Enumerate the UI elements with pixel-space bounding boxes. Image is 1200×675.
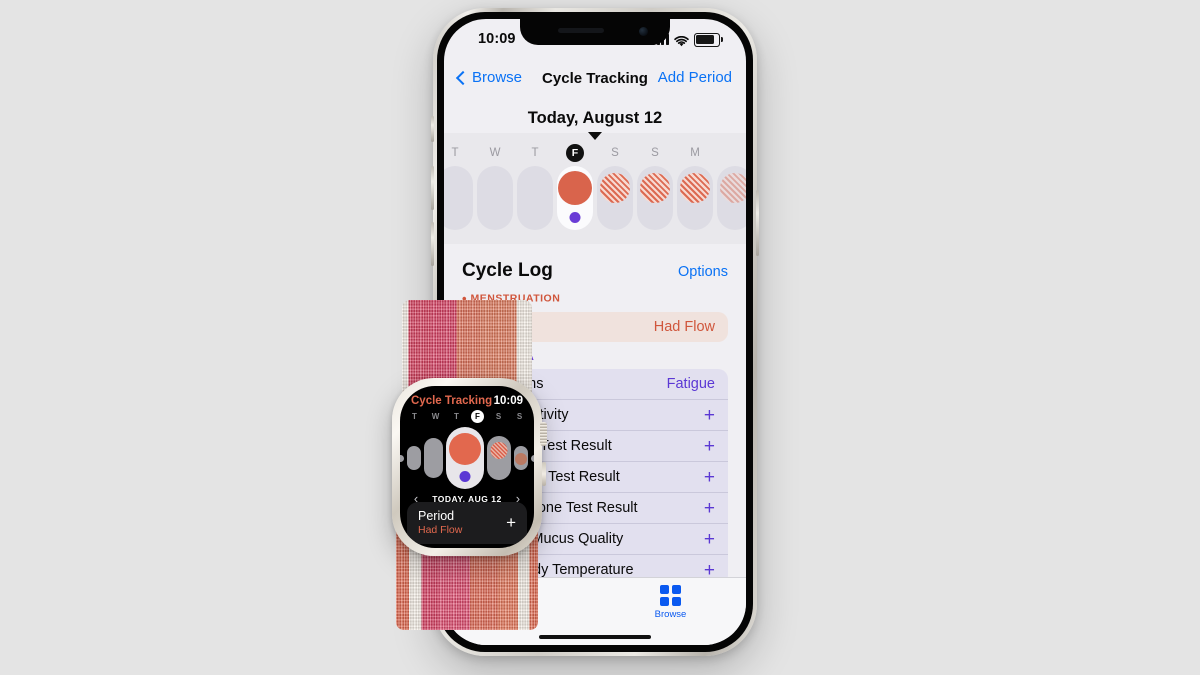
navigation-bar: Browse Cycle Tracking Add Period [444, 63, 746, 97]
flow-blob-icon [558, 171, 592, 205]
day-pill [444, 166, 473, 230]
volume-down-button[interactable] [431, 222, 434, 266]
calendar-day[interactable]: M [677, 144, 713, 230]
day-letter: T [531, 147, 539, 159]
watch-day-letter: T [412, 412, 417, 421]
day-pill [637, 166, 673, 230]
watch-day-letter: S [516, 412, 523, 421]
day-pill [477, 166, 513, 230]
watch-side-button[interactable] [541, 462, 546, 486]
front-camera [639, 27, 648, 36]
calendar-day[interactable] [717, 144, 746, 230]
plus-icon[interactable]: + [704, 437, 715, 456]
watch-day-pill [486, 436, 511, 480]
watch-day-letters: T W T F S S [400, 410, 534, 423]
digital-crown[interactable] [540, 422, 547, 446]
watch-time: 10:09 [493, 395, 523, 407]
predicted-flow-blob-icon [680, 173, 710, 203]
wifi-icon [674, 34, 689, 47]
plus-icon[interactable]: + [704, 406, 715, 425]
watch-day-letter: S [495, 412, 502, 421]
watch-header: Cycle Tracking 10:09 [400, 386, 534, 407]
today-marker-caret [588, 132, 602, 140]
day-letter-selected: F [566, 144, 584, 162]
apple-watch-device: Cycle Tracking 10:09 T W T F S S ‹ TODAY… [378, 300, 556, 630]
watch-day-pill [513, 446, 528, 470]
watch-day-letter-selected: F [467, 410, 488, 423]
scene: 10:09 Browse Cycle Tracking Add Period T… [0, 0, 1200, 675]
options-button[interactable]: Options [678, 260, 728, 280]
calendar-day[interactable]: S [597, 144, 633, 230]
watch-day-pill-today [445, 427, 484, 489]
plus-icon[interactable]: + [704, 468, 715, 487]
watch-log-card[interactable]: Period Had Flow + [407, 502, 527, 544]
tab-label: Browse [654, 609, 687, 620]
plus-icon[interactable]: + [704, 499, 715, 518]
calendar-day[interactable]: W [477, 144, 513, 230]
day-pill-today [557, 166, 593, 230]
day-letter: S [651, 147, 659, 159]
calendar-days: T W T F S S M [444, 135, 746, 230]
predicted-flow-blob-icon [640, 173, 670, 203]
notch [520, 19, 670, 45]
day-letter: W [489, 147, 501, 159]
watch-day-letter: W [431, 412, 440, 421]
day-pill [677, 166, 713, 230]
watch-screen: Cycle Tracking 10:09 T W T F S S ‹ TODAY… [400, 386, 534, 548]
ovulation-dot-icon [569, 212, 581, 223]
today-header: Today, August 12 [527, 109, 663, 127]
watch-log-title: Period [418, 509, 455, 523]
battery-icon [694, 33, 723, 47]
watch-predicted-blob-icon [490, 442, 507, 459]
calendar-day[interactable]: T [517, 144, 553, 230]
watch-day-pill [423, 438, 443, 478]
earpiece-speaker [558, 28, 604, 33]
grid-icon [660, 585, 681, 606]
calendar-day[interactable]: T [444, 144, 473, 230]
calendar-day[interactable]: S [637, 144, 673, 230]
watch-app-title: Cycle Tracking [411, 395, 493, 407]
watch-day-pill [400, 454, 404, 462]
day-letter: M [690, 147, 700, 159]
day-pill [597, 166, 633, 230]
watch-predicted-blob-icon [514, 453, 527, 465]
day-pill [717, 166, 746, 230]
row-value: Had Flow [653, 319, 715, 335]
watch-day-letter-badge: F [471, 410, 484, 423]
day-letter: S [611, 147, 619, 159]
calendar-strip: T W T F S S M [444, 132, 746, 244]
calendar-day-today[interactable]: F [557, 144, 593, 230]
day-letter: T [451, 147, 459, 159]
watch-log-text: Period Had Flow [418, 509, 462, 536]
power-button[interactable] [756, 190, 759, 256]
plus-icon[interactable]: + [506, 514, 516, 531]
tab-browse[interactable]: Browse [595, 585, 746, 620]
row-value: Fatigue [666, 376, 715, 392]
watch-day-letter: T [454, 412, 459, 421]
silent-switch[interactable] [431, 116, 434, 142]
add-period-button[interactable]: Add Period [658, 69, 732, 86]
watch-flow-blob-icon [448, 433, 481, 465]
status-time: 10:09 [478, 31, 516, 47]
volume-up-button[interactable] [431, 166, 434, 210]
watch-ovulation-dot-icon [459, 471, 470, 482]
day-pill [517, 166, 553, 230]
watch-calendar-strip[interactable] [400, 425, 534, 491]
plus-icon[interactable]: + [704, 530, 715, 549]
predicted-flow-blob-icon [720, 173, 746, 203]
watch-day-pill [530, 454, 534, 462]
watch-day-pill [406, 446, 421, 470]
home-indicator[interactable] [539, 634, 651, 639]
predicted-flow-blob-icon [600, 173, 630, 203]
cycle-log-title: Cycle Log [462, 260, 553, 281]
watch-log-subtitle: Had Flow [418, 524, 463, 536]
watch-case: Cycle Tracking 10:09 T W T F S S ‹ TODAY… [392, 378, 547, 556]
